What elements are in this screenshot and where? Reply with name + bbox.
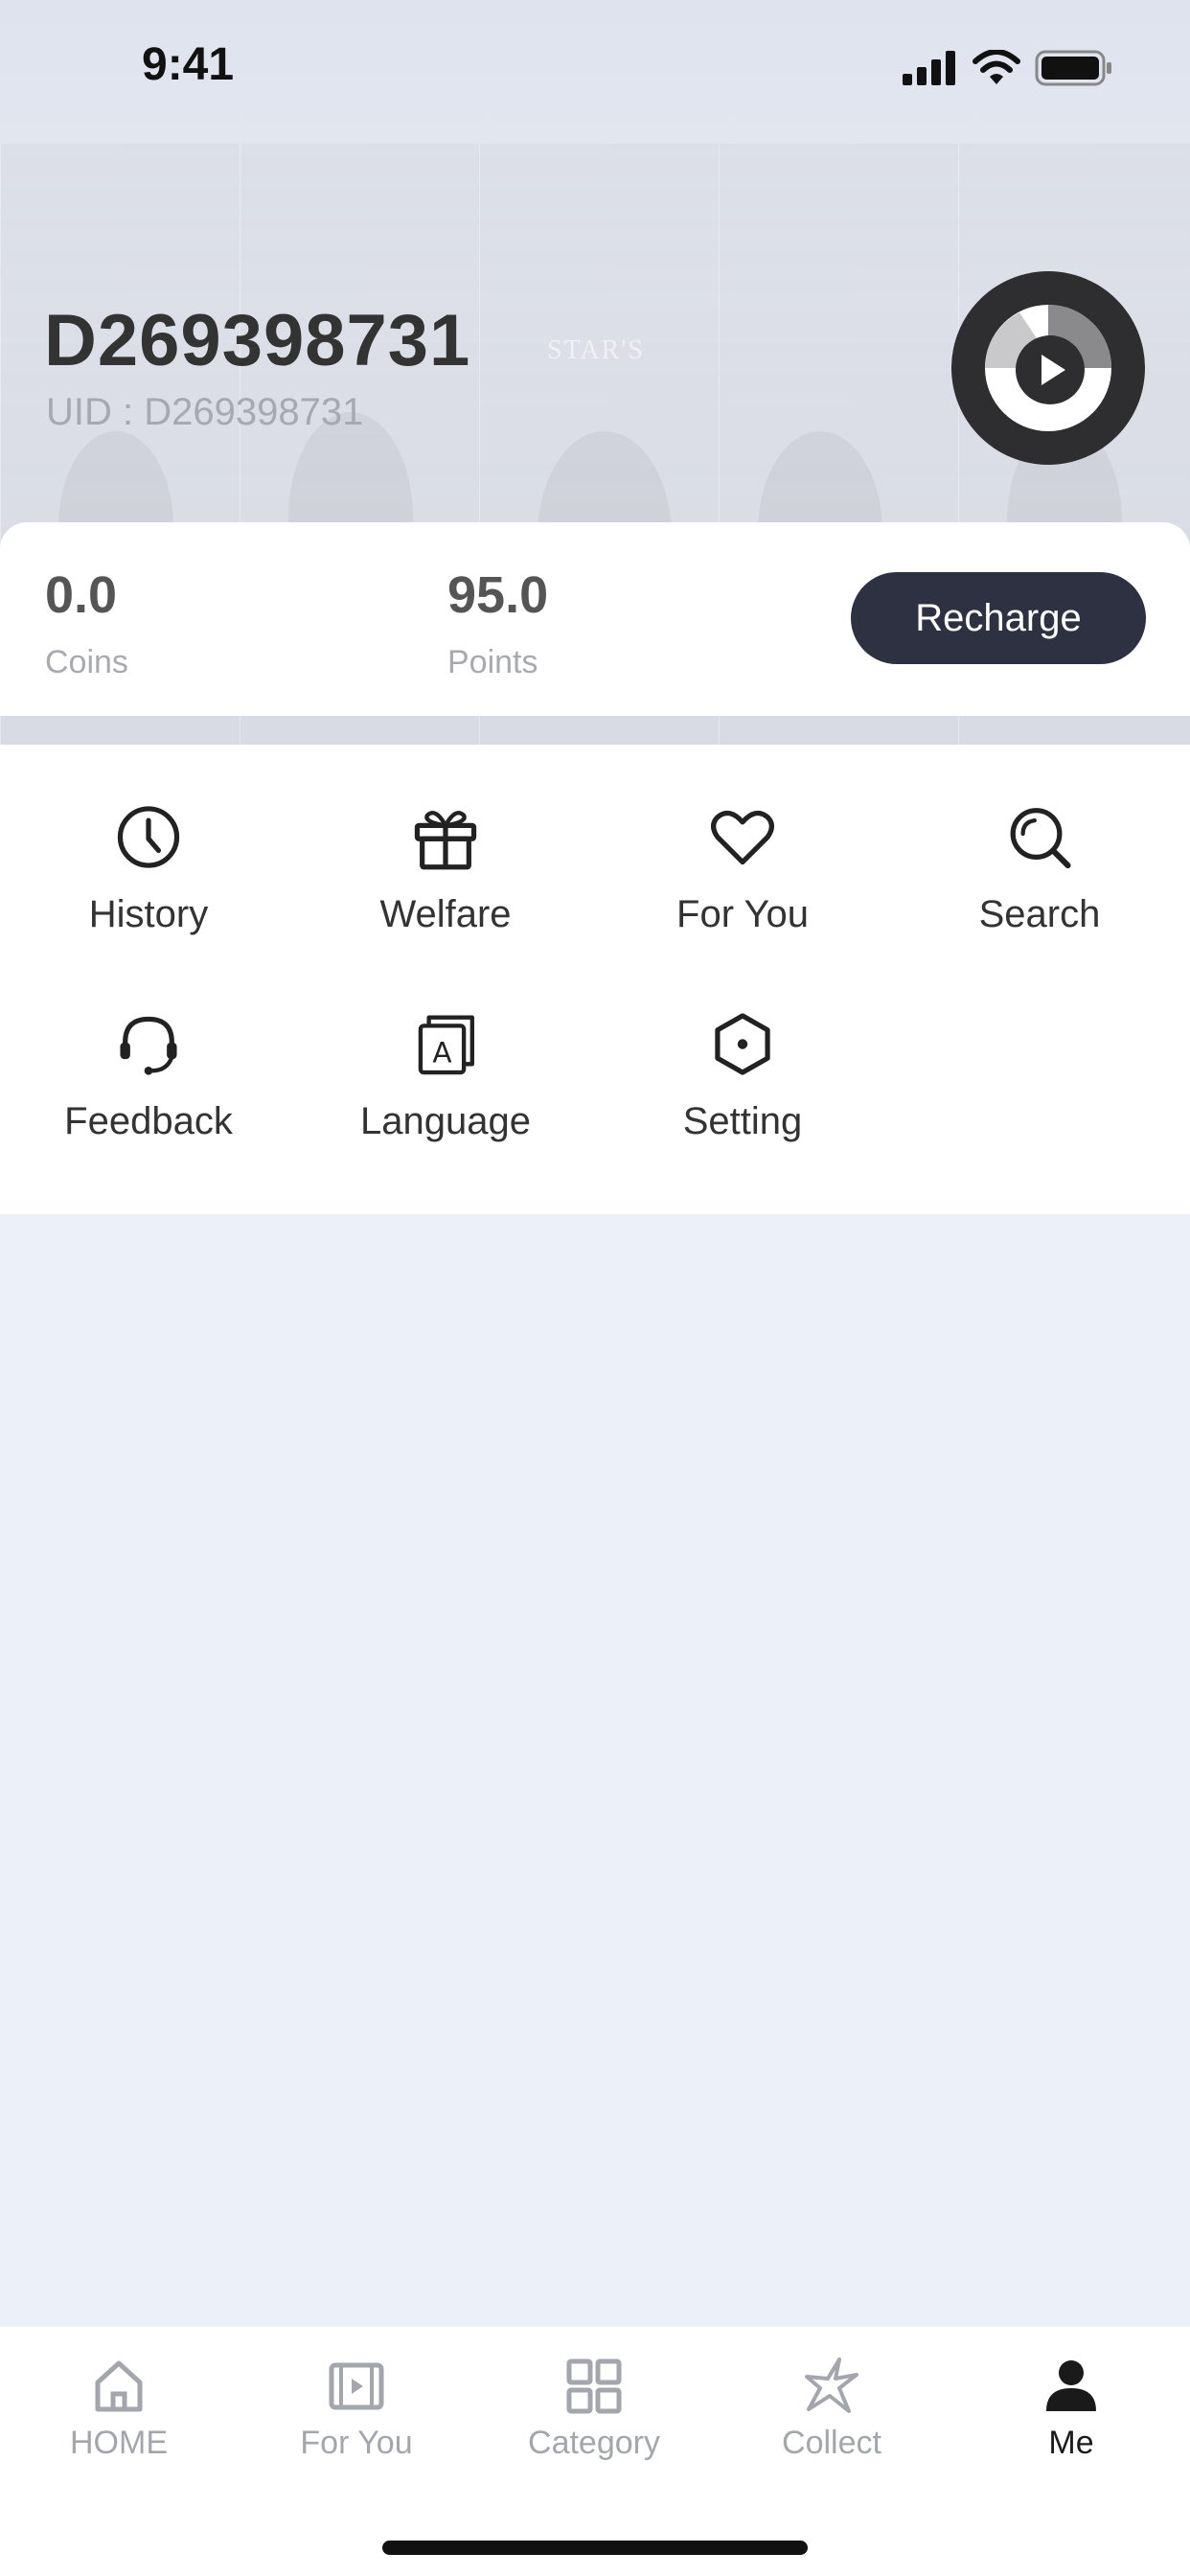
points-value: 95.0 <box>447 566 549 624</box>
tab-category[interactable]: Category <box>475 2356 713 2490</box>
menu-label: Search <box>978 893 1101 935</box>
wifi-icon <box>973 50 1020 84</box>
tab-label: HOME <box>70 2425 168 2461</box>
coins-label: Coins <box>45 644 128 680</box>
menu-item-feedback[interactable]: Feedback <box>0 952 297 1143</box>
bottom-tab-bar: HOME For You Category Collect Me <box>0 2327 1190 2576</box>
settings-hexagon-icon <box>715 1013 770 1075</box>
user-id: UID : D269398731 <box>46 391 364 433</box>
menu-item-setting[interactable]: Setting <box>594 952 891 1143</box>
menu-item-welfare[interactable]: Welfare <box>297 745 594 936</box>
tab-label: Collect <box>782 2425 881 2461</box>
tab-collect[interactable]: Collect <box>713 2356 950 2490</box>
me-page: STAR'S 9:41 D269398731 UID: D269398731 … <box>0 0 1190 2576</box>
menu-label: History <box>88 893 209 935</box>
clock-icon <box>117 806 180 868</box>
menu-item-search[interactable]: Search <box>891 745 1188 936</box>
language-icon: A <box>418 1015 474 1075</box>
heart-icon <box>710 810 775 865</box>
username: D269398731 <box>44 300 471 381</box>
menu-label: Language <box>360 1100 531 1142</box>
points-label: Points <box>447 644 538 680</box>
app-logo-icon <box>985 305 1111 431</box>
battery-icon <box>1035 50 1111 86</box>
status-icons <box>903 50 1113 86</box>
feature-menu: History Welfare For You Search Feedback … <box>0 745 1190 1214</box>
person-icon <box>1046 2360 1096 2411</box>
tab-home[interactable]: HOME <box>0 2356 238 2490</box>
menu-label: Welfare <box>379 893 512 935</box>
tab-label: Category <box>528 2425 660 2461</box>
recharge-button[interactable]: Recharge <box>851 572 1146 664</box>
tab-label: For You <box>300 2425 413 2461</box>
menu-label: Feedback <box>64 1100 233 1142</box>
wallet-card: 0.0 Coins 95.0 Points Recharge <box>0 522 1190 716</box>
star-icon <box>805 2358 858 2413</box>
tab-me[interactable]: Me <box>952 2356 1190 2490</box>
tab-for-you[interactable]: For You <box>238 2356 475 2490</box>
menu-item-history[interactable]: History <box>0 745 297 936</box>
tab-label: Me <box>1048 2425 1094 2461</box>
status-bar: 9:41 <box>0 0 1190 134</box>
menu-label: Setting <box>682 1100 803 1142</box>
home-icon <box>95 2360 143 2412</box>
coins-stat[interactable]: 0.0 Coins <box>45 565 128 681</box>
status-time: 9:41 <box>142 39 235 90</box>
home-indicator <box>382 2541 808 2555</box>
search-icon <box>1010 808 1071 869</box>
svg-text:A: A <box>432 1037 451 1070</box>
menu-item-for-you[interactable]: For You <box>594 745 891 936</box>
cellular-signal-icon <box>903 51 955 85</box>
grid-icon <box>566 2358 622 2414</box>
gift-icon <box>414 811 477 870</box>
points-stat[interactable]: 95.0 Points <box>447 565 548 681</box>
menu-item-language[interactable]: A Language <box>297 952 594 1143</box>
coins-value: 0.0 <box>45 566 118 624</box>
menu-label: For You <box>676 893 809 935</box>
headset-icon <box>120 1016 177 1075</box>
video-play-icon <box>329 2362 384 2410</box>
avatar[interactable] <box>951 271 1145 465</box>
